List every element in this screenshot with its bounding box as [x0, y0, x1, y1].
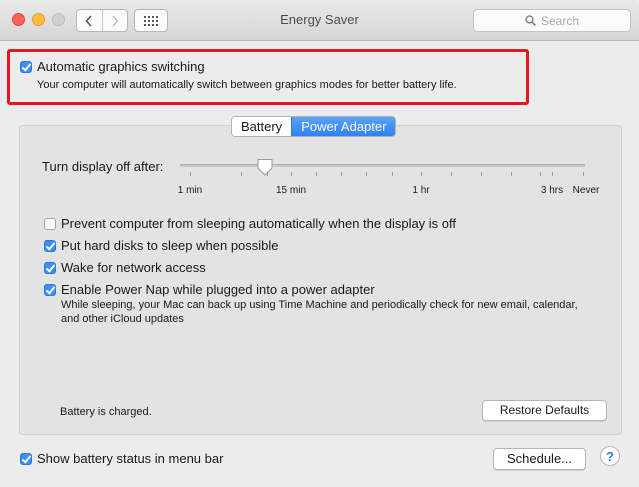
hard-disks-sleep-checkbox[interactable]: [44, 239, 56, 252]
display-off-slider[interactable]: [180, 164, 585, 167]
wake-network-option[interactable]: Wake for network access: [44, 260, 206, 275]
tick-label-1-min: 1 min: [177, 185, 203, 196]
power-nap-checkbox[interactable]: [44, 283, 56, 296]
slider-tick: [540, 172, 541, 176]
slider-tick: [451, 172, 452, 176]
tab-battery[interactable]: Battery: [232, 117, 291, 136]
tick-label-1-hr: 1 hr: [412, 185, 430, 196]
power-nap-option[interactable]: Enable Power Nap while plugged into a po…: [44, 282, 375, 297]
automatic-graphics-switching-label: Automatic graphics switching: [37, 59, 205, 74]
slider-tick: [481, 172, 482, 176]
slider-tick: [291, 172, 292, 176]
search-icon: [525, 15, 536, 26]
slider-tick: [316, 172, 317, 176]
help-button[interactable]: ?: [600, 446, 620, 466]
prevent-sleep-option[interactable]: Prevent computer from sleeping automatic…: [44, 216, 456, 231]
title-bar: Energy Saver Search: [0, 0, 639, 41]
search-placeholder: Search: [540, 13, 580, 28]
energy-saver-window: Energy Saver Search Automatic graphics s…: [0, 0, 639, 487]
schedule-button[interactable]: Schedule...: [493, 448, 586, 470]
automatic-graphics-switching-checkbox[interactable]: [20, 60, 32, 73]
highlight-box: [7, 49, 529, 105]
tick-label-15-min: 15 min: [275, 185, 307, 196]
wake-network-label: Wake for network access: [61, 260, 206, 275]
hard-disks-sleep-option[interactable]: Put hard disks to sleep when possible: [44, 238, 279, 253]
slider-tick: [552, 172, 553, 176]
prevent-sleep-checkbox[interactable]: [44, 217, 56, 230]
slider-tick: [421, 172, 422, 176]
slider-tick: [190, 172, 191, 176]
slider-tick: [267, 172, 268, 176]
power-nap-description: While sleeping, your Mac can back up usi…: [61, 299, 578, 325]
hard-disks-sleep-label: Put hard disks to sleep when possible: [61, 238, 279, 253]
restore-defaults-button[interactable]: Restore Defaults: [482, 400, 607, 421]
automatic-graphics-switching-option[interactable]: Automatic graphics switching: [20, 59, 205, 74]
automatic-graphics-switching-description: Your computer will automatically switch …: [37, 79, 457, 91]
show-battery-status-checkbox[interactable]: [20, 452, 32, 465]
wake-network-checkbox[interactable]: [44, 261, 56, 274]
battery-status-text: Battery is charged.: [60, 406, 152, 418]
slider-tick: [511, 172, 512, 176]
show-battery-status-label: Show battery status in menu bar: [37, 451, 224, 466]
slider-tick: [341, 172, 342, 176]
search-field[interactable]: Search: [473, 9, 631, 32]
show-battery-status-option[interactable]: Show battery status in menu bar: [20, 451, 223, 466]
slider-tick: [392, 172, 393, 176]
prevent-sleep-label: Prevent computer from sleeping automatic…: [61, 216, 457, 231]
tick-label-3-hrs: 3 hrs: [540, 185, 564, 196]
power-source-tabs: Battery Power Adapter: [231, 116, 397, 137]
slider-tick: [366, 172, 367, 176]
tab-power-adapter[interactable]: Power Adapter: [291, 117, 396, 136]
slider-tick: [241, 172, 242, 176]
slider-tick: [583, 172, 584, 176]
slider-ticks: [0, 172, 639, 180]
power-nap-label: Enable Power Nap while plugged into a po…: [61, 282, 375, 297]
tick-label-never: Never: [572, 185, 600, 196]
